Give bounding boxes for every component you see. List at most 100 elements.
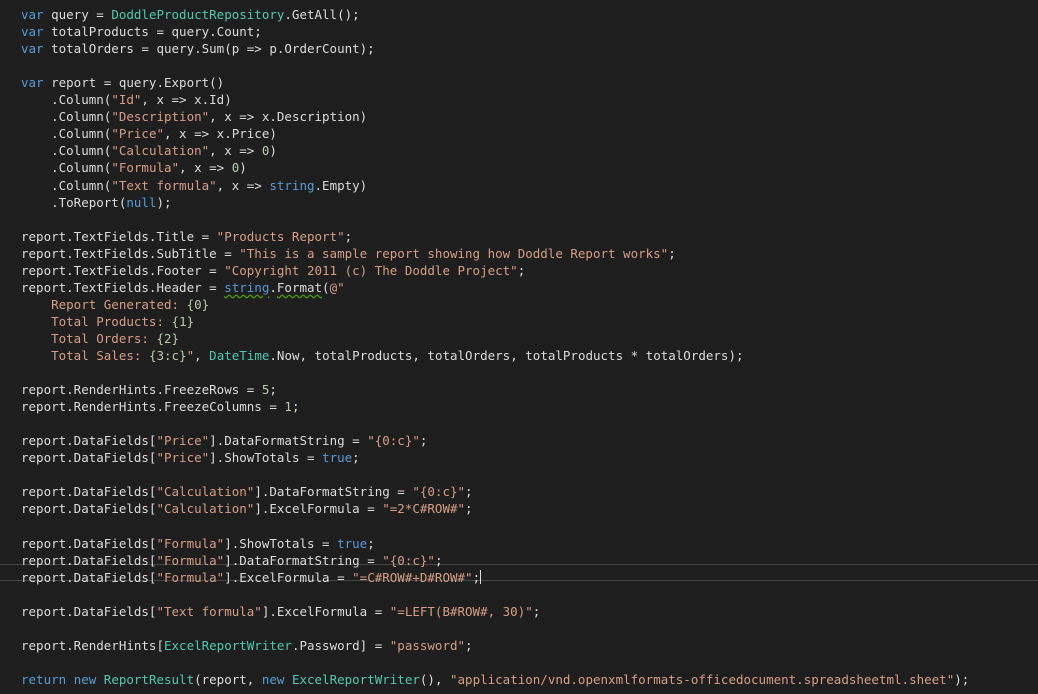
code-line[interactable]: report.RenderHints.FreezeColumns = 1;	[21, 398, 299, 415]
code-line[interactable]: report.DataFields["Calculation"].DataFor…	[21, 483, 473, 500]
code-line[interactable]: .Column("Price", x => x.Price)	[21, 125, 277, 142]
string-token: "Price"	[156, 433, 210, 449]
code-token: report = query.Export()	[43, 75, 225, 91]
string-token: "{0:c}"	[367, 433, 420, 449]
string-token: "password"	[389, 637, 466, 653]
code-line[interactable]: report.RenderHints.FreezeRows = 5;	[21, 381, 277, 398]
code-line[interactable]: report.RenderHints[ExcelReportWriter.Pas…	[21, 637, 473, 654]
code-token: (report,	[194, 671, 262, 687]
code-line[interactable]: Total Products: {1}	[21, 313, 194, 330]
code-line[interactable]: var report = query.Export()	[21, 74, 224, 91]
string-token: "=LEFT(B#ROW#, 30)"	[389, 603, 533, 619]
string-token: "Formula"	[156, 535, 225, 551]
code-token: ;	[269, 382, 277, 398]
string-token: "Text formula"	[156, 603, 262, 619]
code-line[interactable]: .Column("Description", x => x.Descriptio…	[21, 108, 367, 125]
code-token: (),	[419, 671, 450, 687]
keyword-token: var	[21, 41, 44, 57]
type-token: ExcelReportWriter	[291, 671, 420, 687]
string-token: "Price"	[156, 450, 210, 466]
code-token: report.TextFields.SubTitle =	[21, 245, 240, 261]
code-line[interactable]: report.TextFields.SubTitle = "This is a …	[21, 245, 676, 262]
type-token: DoddleProductRepository	[111, 7, 285, 22]
type-token: DateTime	[209, 348, 270, 363]
code-token: ;	[291, 399, 300, 415]
keyword-token: var	[21, 24, 44, 40]
code-token: ].ExcelFormula =	[224, 569, 353, 585]
code-token: , x => x.Price)	[164, 126, 277, 142]
code-token: report.TextFields.Title =	[21, 228, 217, 244]
code-line[interactable]: report.TextFields.Header = string.Format…	[21, 279, 345, 296]
text-caret	[480, 569, 482, 584]
keyword-token: true	[322, 450, 353, 466]
keyword-token: new	[261, 671, 285, 687]
code-token: report.DataFields[	[21, 484, 157, 500]
code-token: .Column(	[21, 160, 112, 176]
code-token: ].DataFormatString =	[224, 552, 383, 568]
code-token: report.DataFields[	[21, 433, 157, 449]
code-line[interactable]: return new ReportResult(report, new Exce…	[21, 671, 969, 688]
type-token: ReportResult	[103, 671, 195, 687]
code-token: .Column(	[21, 92, 112, 108]
code-token: report.TextFields.Footer =	[21, 262, 225, 278]
code-token: ;	[668, 245, 676, 261]
code-line[interactable]: report.DataFields["Calculation"].ExcelFo…	[21, 500, 473, 517]
number-token: {0}	[186, 296, 210, 312]
number-token: {2}	[156, 330, 180, 346]
type-token: ExcelReportWriter	[164, 637, 292, 653]
code-token: .GetAll();	[284, 7, 360, 22]
code-line[interactable]: report.DataFields["Text formula"].ExcelF…	[21, 603, 540, 620]
code-token: ;	[367, 535, 375, 551]
code-line[interactable]: var totalOrders = query.Sum(p => p.Order…	[21, 40, 375, 57]
string-token: "{0:c}"	[412, 484, 466, 500]
code-line[interactable]: .Column("Formula", x => 0)	[21, 159, 247, 176]
code-line[interactable]: .Column("Calculation", x => 0)	[21, 142, 277, 159]
code-line[interactable]: Total Sales: {3:c}", DateTime.Now, total…	[21, 347, 744, 364]
code-line[interactable]: .Column("Id", x => x.Id)	[21, 91, 232, 108]
code-line[interactable]: .Column("Text formula", x => string.Empt…	[21, 177, 367, 194]
code-token: , x =>	[179, 160, 232, 176]
code-line[interactable]: report.TextFields.Title = "Products Repo…	[21, 228, 352, 245]
code-token: );	[954, 671, 970, 687]
code-line[interactable]: Report Generated: {0}	[21, 296, 209, 313]
code-token: ;	[434, 552, 443, 568]
code-token: report.DataFields[	[21, 450, 157, 466]
string-token: "Formula"	[156, 552, 225, 568]
code-line[interactable]: var totalProducts = query.Count;	[21, 23, 262, 40]
string-token: "Id"	[111, 92, 142, 108]
code-token: .Now, totalProducts, totalOrders, totalP…	[269, 348, 744, 363]
keyword-token: string	[224, 279, 270, 295]
string-token: "Formula"	[156, 569, 225, 585]
code-token: .Column(	[21, 109, 112, 125]
code-token: report.DataFields[	[21, 535, 157, 551]
number-token: 1	[284, 399, 292, 415]
code-token: , x =>	[216, 177, 270, 193]
code-token: Format	[276, 279, 323, 295]
string-token: "application/vnd.openxmlformats-officedo…	[450, 671, 955, 687]
code-token: ].ShowTotals =	[224, 535, 338, 551]
code-token: report.RenderHints.FreezeColumns =	[21, 399, 285, 415]
code-line[interactable]: Total Orders: {2}	[21, 330, 179, 347]
code-line[interactable]: report.DataFields["Price"].ShowTotals = …	[21, 449, 360, 466]
code-line[interactable]: report.TextFields.Footer = "Copyright 20…	[21, 262, 525, 279]
code-line[interactable]: .ToReport(null);	[21, 194, 171, 211]
code-token: report.RenderHints[	[21, 637, 164, 653]
code-line[interactable]: report.DataFields["Formula"].ExcelFormul…	[21, 569, 482, 586]
string-token: "Price"	[111, 126, 164, 142]
code-token: report.DataFields[	[21, 552, 157, 568]
code-token: ;	[465, 484, 473, 500]
code-token: ,	[194, 348, 210, 363]
code-token: )	[269, 143, 277, 159]
code-token: ;	[472, 569, 481, 585]
code-line[interactable]: report.DataFields["Formula"].DataFormatS…	[21, 552, 442, 569]
code-editor[interactable]: var query = DoddleProductRepository.GetA…	[0, 0, 1038, 694]
string-token: @"	[329, 279, 345, 295]
string-token: "Text formula"	[111, 177, 217, 193]
code-token: ;	[465, 637, 473, 653]
string-token: "Formula"	[111, 160, 180, 176]
string-token: "Description"	[111, 109, 210, 125]
code-line[interactable]: var query = DoddleProductRepository.GetA…	[21, 6, 360, 23]
code-line[interactable]: report.DataFields["Formula"].ShowTotals …	[21, 535, 375, 552]
code-line[interactable]: report.DataFields["Price"].DataFormatStr…	[21, 432, 427, 449]
